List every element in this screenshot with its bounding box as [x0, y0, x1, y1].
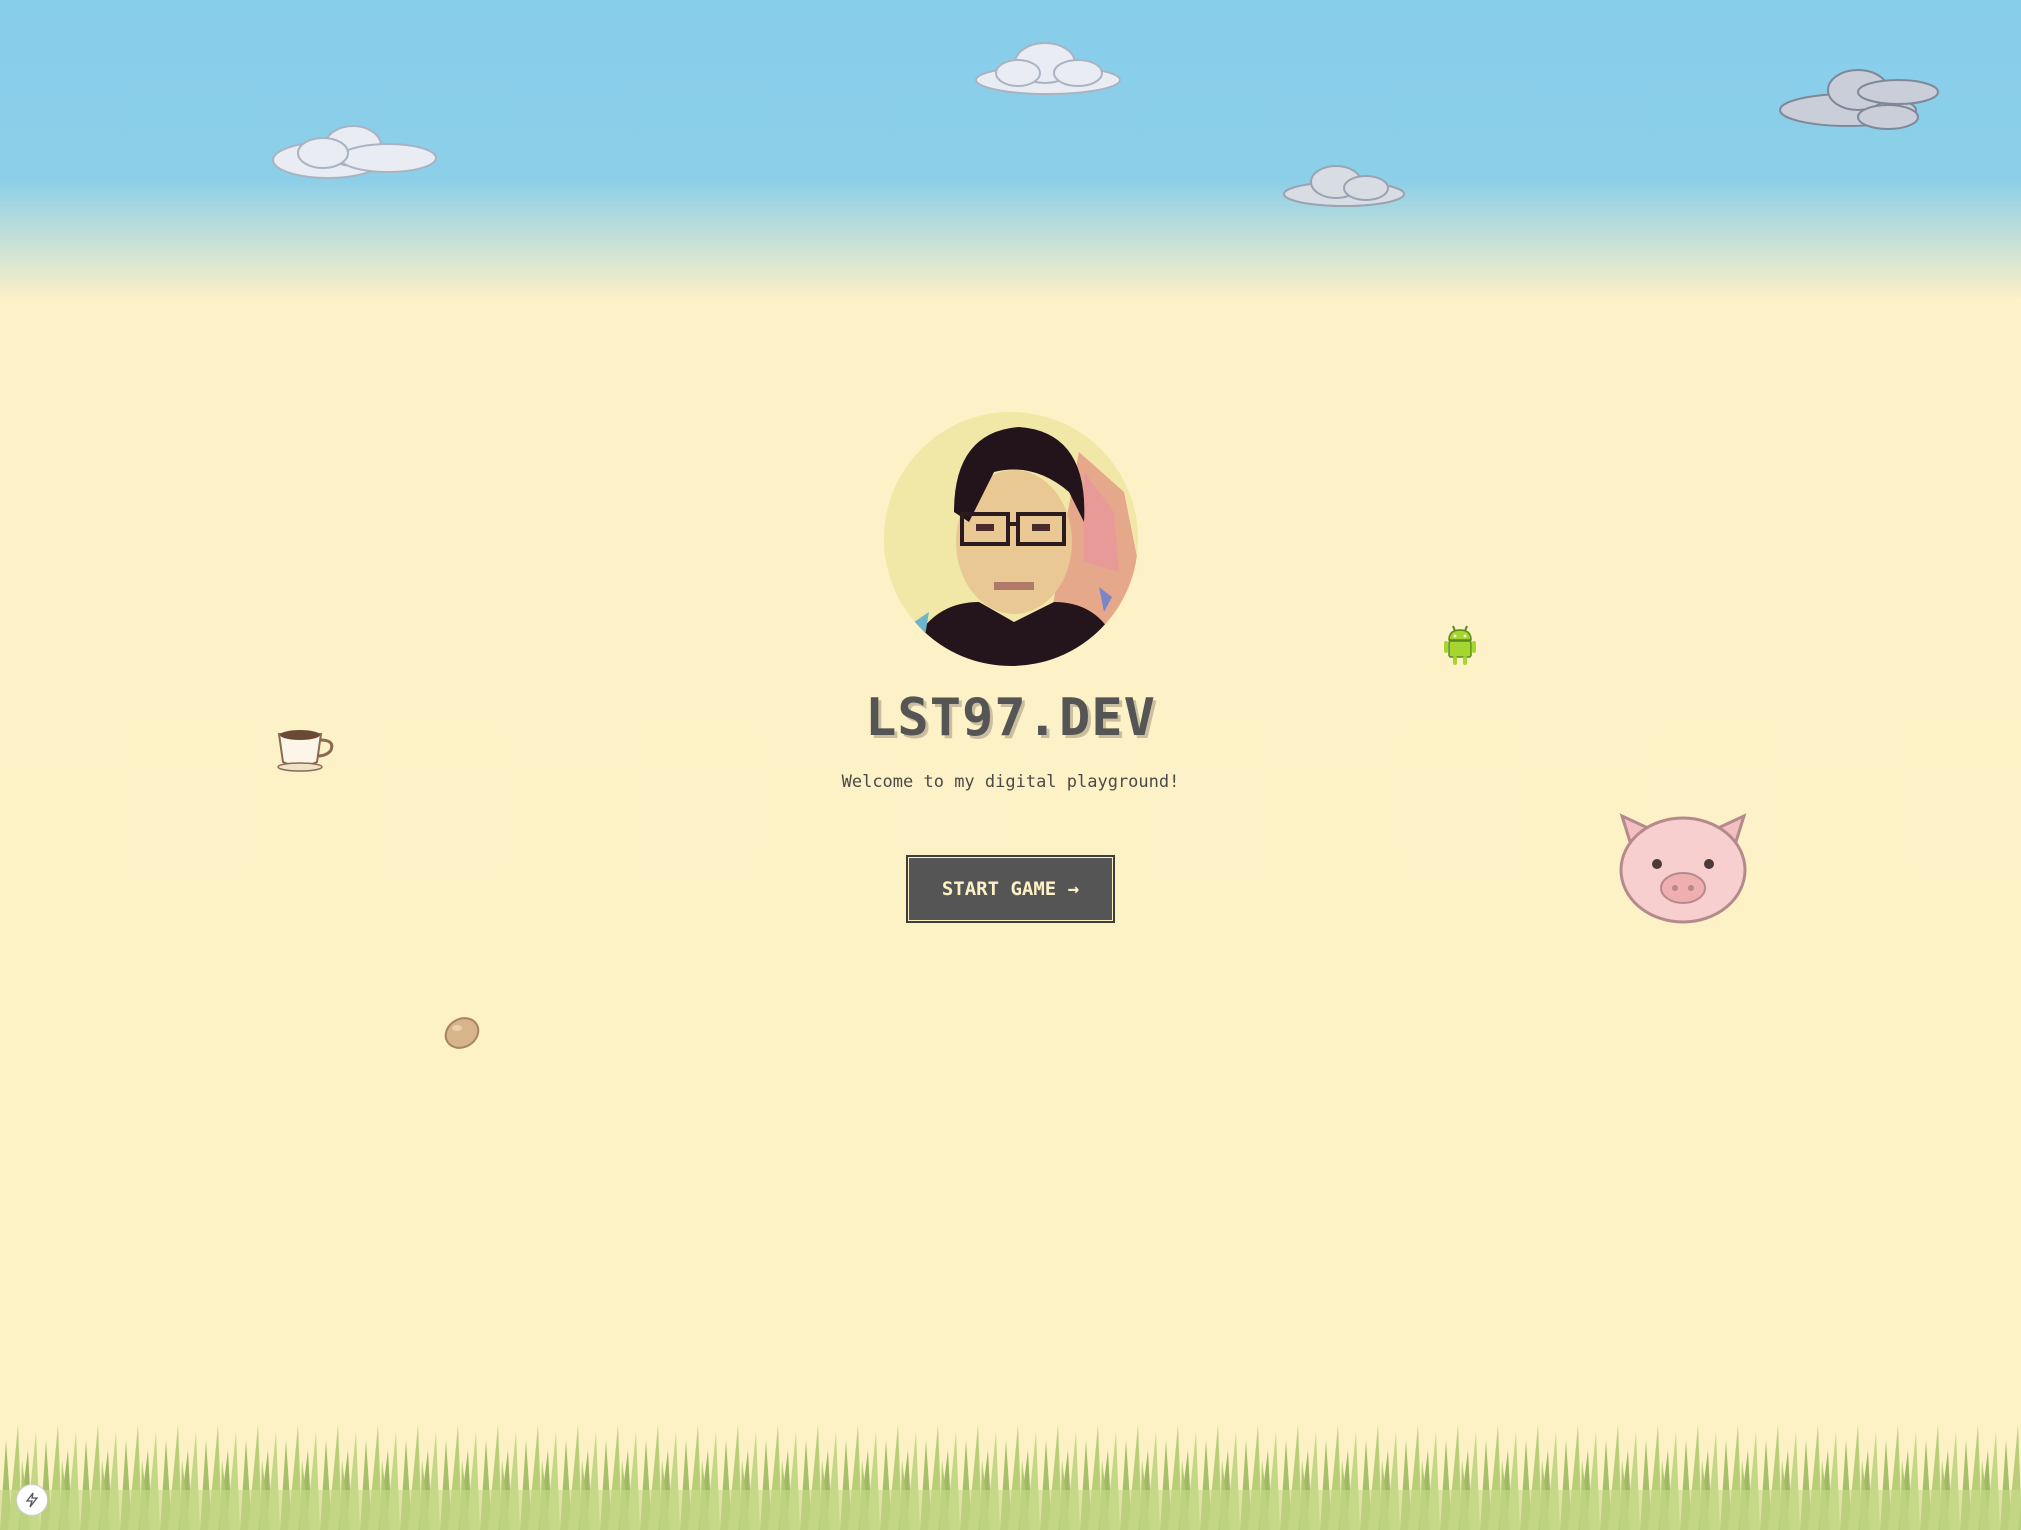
start-game-label: START GAME →	[941, 878, 1080, 900]
cloud-icon	[1283, 165, 1405, 207]
cloud-icon	[272, 125, 437, 179]
cloud-icon	[975, 42, 1121, 95]
grass-ground	[0, 1420, 2021, 1530]
start-game-button[interactable]: START GAME →	[906, 855, 1115, 923]
avatar	[884, 412, 1138, 666]
coffee-cup-icon	[277, 730, 334, 772]
pig-icon	[1619, 813, 1747, 924]
android-icon	[1444, 625, 1476, 665]
lightning-icon[interactable]	[16, 1484, 48, 1516]
egg-icon	[444, 1017, 480, 1049]
cloud-icon	[1779, 69, 1939, 130]
site-subtitle: Welcome to my digital playground!	[841, 772, 1180, 792]
